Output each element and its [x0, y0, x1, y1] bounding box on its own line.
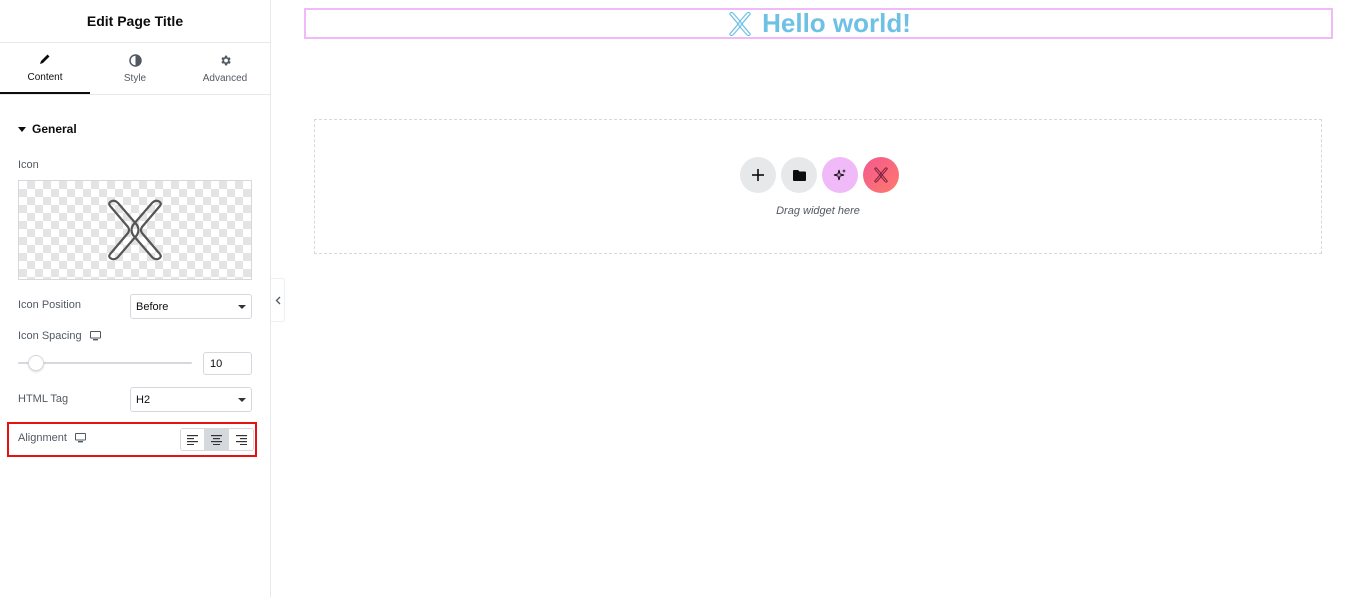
- desktop-icon[interactable]: [89, 331, 101, 341]
- pencil-icon: [38, 52, 52, 66]
- add-icon: [752, 169, 764, 181]
- heading-text: Hello world!: [762, 8, 911, 38]
- half-circle-icon: [128, 53, 142, 67]
- align-right-icon: [235, 434, 247, 445]
- icon-position-select[interactable]: Before: [130, 294, 252, 319]
- icon-position-label: Icon Position: [18, 299, 81, 311]
- template-library-button[interactable]: [781, 157, 817, 193]
- icon-spacing-label: Icon Spacing: [18, 330, 82, 342]
- tab-content-label: Content: [27, 72, 63, 83]
- tab-content[interactable]: Content: [0, 43, 90, 94]
- icon-spacing-value: 10: [210, 357, 223, 370]
- icon-spacing-input[interactable]: 10: [203, 352, 252, 375]
- section-general-toggle[interactable]: General: [18, 122, 77, 136]
- chevron-left-icon: [275, 296, 280, 304]
- collapse-panel-button[interactable]: [271, 278, 285, 322]
- drop-zone-hint: Drag widget here: [776, 205, 860, 217]
- icon-spacing-header: Icon Spacing: [18, 330, 101, 342]
- panel-title: Edit Page Title: [86, 13, 184, 29]
- x-logo-icon: [108, 199, 162, 261]
- editor-panel: Edit Page Title Content Style Advanced G…: [0, 0, 271, 597]
- alignment-label: Alignment: [18, 432, 67, 444]
- folder-icon: [792, 169, 806, 181]
- icon-label: Icon: [18, 159, 39, 171]
- alignment-header: Alignment: [18, 432, 86, 444]
- addon-button[interactable]: [863, 157, 899, 193]
- icon-spacing-slider-track[interactable]: [18, 362, 192, 364]
- align-right-button[interactable]: [229, 429, 253, 450]
- tab-advanced-label: Advanced: [202, 73, 248, 84]
- icon-picker[interactable]: [18, 180, 252, 280]
- add-section-button[interactable]: [740, 157, 776, 193]
- html-tag-value: H2: [136, 393, 151, 406]
- x-logo-icon: [874, 167, 888, 183]
- align-center-icon: [211, 434, 222, 445]
- html-tag-select[interactable]: H2: [130, 387, 252, 412]
- sparkle-icon: [833, 169, 846, 181]
- gear-icon: [218, 53, 232, 67]
- empty-drop-zone[interactable]: Drag widget here: [314, 119, 1322, 254]
- icon-spacing-slider-handle[interactable]: [28, 355, 44, 371]
- drop-zone-buttons: [740, 157, 899, 193]
- align-left-button[interactable]: [181, 429, 205, 450]
- panel-header: Edit Page Title: [0, 0, 270, 43]
- section-title: General: [32, 122, 77, 136]
- tab-style-label: Style: [123, 73, 147, 84]
- chevron-down-icon: [238, 305, 246, 309]
- align-left-icon: [187, 434, 198, 445]
- desktop-icon[interactable]: [74, 433, 86, 443]
- ai-generate-button[interactable]: [822, 157, 858, 193]
- tab-style[interactable]: Style: [90, 43, 180, 94]
- x-logo-icon: [729, 11, 751, 36]
- tab-advanced[interactable]: Advanced: [180, 43, 270, 94]
- align-center-button[interactable]: [205, 429, 229, 450]
- caret-down-icon: [18, 126, 26, 132]
- icon-position-value: Before: [136, 300, 169, 313]
- chevron-down-icon: [238, 398, 246, 402]
- panel-tabs: Content Style Advanced: [0, 43, 270, 95]
- alignment-control-row: Alignment: [7, 422, 257, 457]
- page-title-widget[interactable]: Hello world!: [304, 8, 1333, 39]
- html-tag-label: HTML Tag: [18, 393, 69, 405]
- alignment-button-group: [180, 428, 254, 451]
